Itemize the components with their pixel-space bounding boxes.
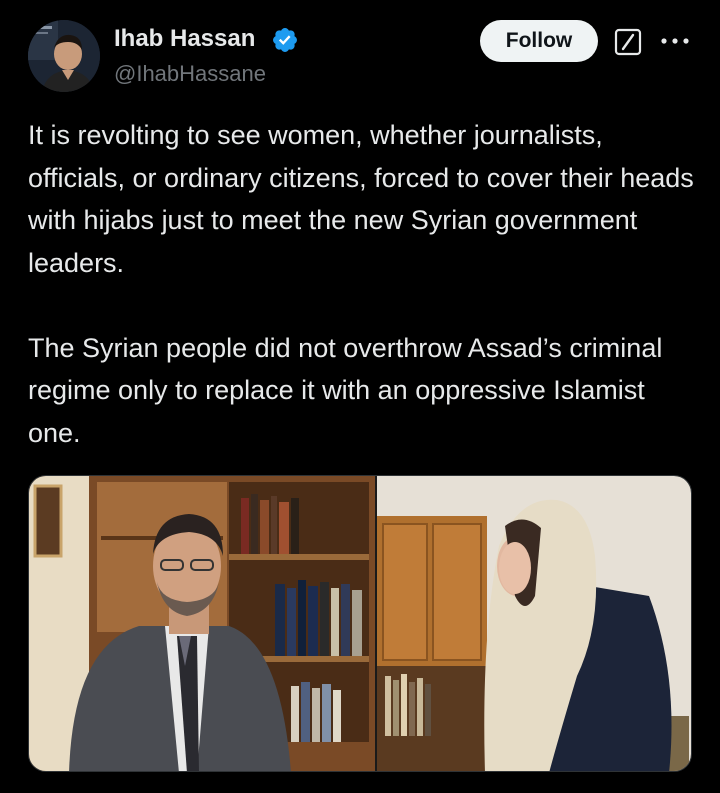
follow-button[interactable]: Follow [480,20,598,62]
tweet-header: Ihab Hassan @IhabHassane Follow [0,0,720,100]
verified-badge-icon [273,28,297,52]
tweet-paragraph: The Syrian people did not overthrow Assa… [28,332,663,448]
more-dots-icon[interactable] [660,36,690,46]
avatar[interactable] [28,20,100,92]
display-name[interactable]: Ihab Hassan [114,24,255,54]
tweet-media-image[interactable] [28,475,692,772]
grok-icon[interactable] [614,28,642,56]
tweet-text: It is revolting to see women, whether jo… [28,114,698,454]
tweet-paragraph: It is revolting to see women, whether jo… [28,120,694,278]
user-handle[interactable]: @IhabHassane [114,60,266,88]
